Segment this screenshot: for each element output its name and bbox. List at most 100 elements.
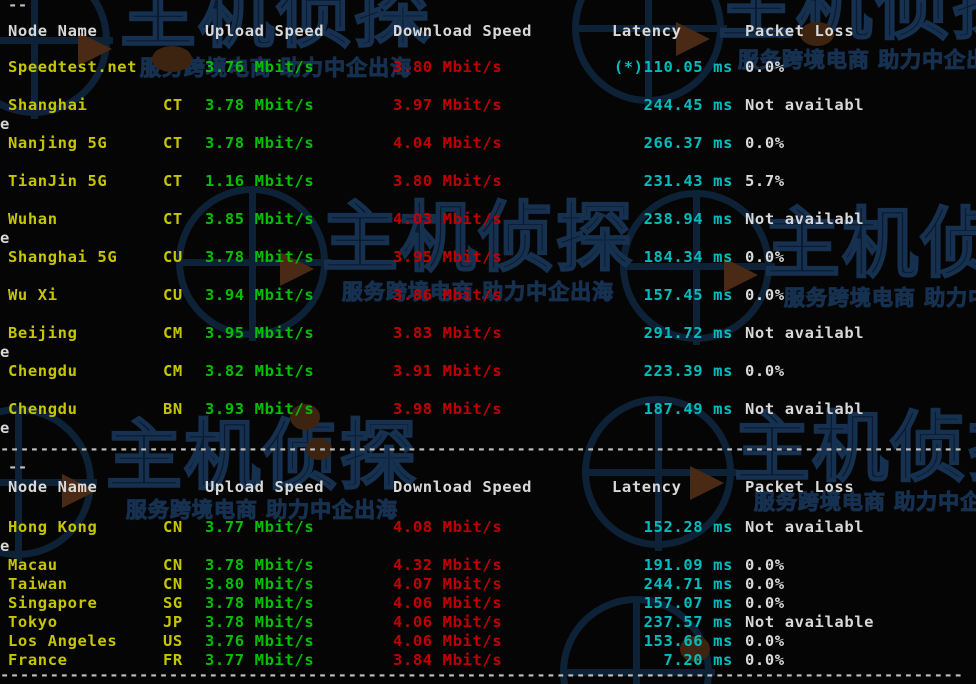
cell-upload-speed: 3.76 Mbit/s — [205, 631, 315, 650]
cell-node-name: Chengdu — [8, 362, 78, 381]
cell-download-speed: 3.80 Mbit/s — [393, 172, 503, 191]
cell-download-speed: 3.86 Mbit/s — [393, 286, 503, 305]
cell-node-name: TianJin 5G — [8, 172, 108, 191]
header-upload-speed: Upload Speed — [205, 22, 325, 40]
wrapped-text-fragment: e — [0, 343, 10, 362]
wrapped-text-fragment: e — [0, 536, 10, 555]
cell-download-speed: 4.07 Mbit/s — [393, 574, 503, 593]
wrapped-text-fragment: e — [0, 115, 10, 134]
cell-packet-loss: 0.0% — [745, 362, 785, 381]
cell-isp-code: CT — [163, 210, 183, 229]
cell-latency: 291.72 ms — [643, 324, 733, 343]
cell-node-name: Hong Kong — [8, 517, 98, 536]
cell-upload-speed: 3.78 Mbit/s — [205, 593, 315, 612]
dash-marker: -- — [8, 458, 28, 476]
cell-latency: 153.66 ms — [643, 631, 733, 650]
cell-latency: 238.94 ms — [643, 210, 733, 229]
cell-isp-code: BN — [163, 400, 183, 419]
cell-latency: 231.43 ms — [643, 172, 733, 191]
cell-latency: 187.49 ms — [643, 400, 733, 419]
cell-node-name: Nanjing 5G — [8, 134, 108, 153]
cell-upload-speed: 3.78 Mbit/s — [205, 555, 315, 574]
cell-isp-code: CM — [163, 324, 183, 343]
header-download-speed: Download Speed — [393, 478, 533, 496]
header-packet-loss: Packet Loss — [745, 22, 855, 40]
cell-download-speed: 4.32 Mbit/s — [393, 555, 503, 574]
cell-upload-speed: 3.93 Mbit/s — [205, 400, 315, 419]
cell-packet-loss: Not availabl — [745, 400, 865, 419]
cell-download-speed: 4.08 Mbit/s — [393, 517, 503, 536]
cell-packet-loss: 0.0% — [745, 58, 785, 77]
cell-upload-speed: 3.78 Mbit/s — [205, 134, 315, 153]
cell-download-speed: 3.83 Mbit/s — [393, 324, 503, 343]
cell-node-name: Macau — [8, 555, 58, 574]
cell-node-name: Wu Xi — [8, 286, 58, 305]
wrapped-text-fragment: e — [0, 229, 10, 248]
cell-latency: 191.09 ms — [643, 555, 733, 574]
cell-packet-loss: 0.0% — [745, 248, 785, 267]
cell-isp-code: CN — [163, 555, 183, 574]
header-packet-loss: Packet Loss — [745, 478, 855, 496]
cell-packet-loss: Not available — [745, 612, 875, 631]
dash-marker: -- — [8, 0, 28, 14]
cell-upload-speed: 3.82 Mbit/s — [205, 362, 315, 381]
cell-node-name: Los Angeles — [8, 631, 118, 650]
cell-isp-code: US — [163, 631, 183, 650]
cell-isp-code: SG — [163, 593, 183, 612]
cell-upload-speed: 3.78 Mbit/s — [205, 248, 315, 267]
cell-packet-loss: 0.0% — [745, 574, 785, 593]
table-separator: ----------------------------------------… — [0, 440, 964, 458]
cell-latency: 157.45 ms — [643, 286, 733, 305]
cell-packet-loss: Not availabl — [745, 210, 865, 229]
cell-upload-speed: 3.94 Mbit/s — [205, 286, 315, 305]
cell-packet-loss: Not availabl — [745, 517, 865, 536]
cell-packet-loss: Not availabl — [745, 96, 865, 115]
cell-latency: 266.37 ms — [643, 134, 733, 153]
cell-isp-code: CT — [163, 172, 183, 191]
cell-node-name: Wuhan — [8, 210, 58, 229]
cell-isp-code: CN — [163, 574, 183, 593]
cell-download-speed: 4.06 Mbit/s — [393, 631, 503, 650]
header-download-speed: Download Speed — [393, 22, 533, 40]
cell-packet-loss: 0.0% — [745, 286, 785, 305]
cell-download-speed: 3.91 Mbit/s — [393, 362, 503, 381]
terminal-text-layer: -- Node Name Upload Speed Download Speed Lat… — [0, 0, 976, 684]
cell-latency: 244.71 ms — [643, 574, 733, 593]
cell-node-name: Beijing — [8, 324, 78, 343]
header-node-name: Node Name — [8, 478, 98, 496]
cell-packet-loss: 0.0% — [745, 134, 785, 153]
cell-latency: 223.39 ms — [643, 362, 733, 381]
cell-download-speed: 3.95 Mbit/s — [393, 248, 503, 267]
cell-latency: 157.07 ms — [643, 593, 733, 612]
table-separator: ----------------------------------------… — [0, 666, 964, 684]
cell-upload-speed: 3.78 Mbit/s — [205, 96, 315, 115]
cell-download-speed: 4.06 Mbit/s — [393, 612, 503, 631]
cell-packet-loss: 0.0% — [745, 631, 785, 650]
cell-node-name: Singapore — [8, 593, 98, 612]
header-node-name: Node Name — [8, 22, 98, 40]
cell-isp-code: CT — [163, 134, 183, 153]
cell-packet-loss: Not availabl — [745, 324, 865, 343]
cell-node-name: Shanghai 5G — [8, 248, 118, 267]
cell-upload-speed: 3.77 Mbit/s — [205, 517, 315, 536]
cell-download-speed: 3.97 Mbit/s — [393, 96, 503, 115]
cell-isp-code: CM — [163, 362, 183, 381]
terminal-screen: 主机侦探 服务跨境电商 助力中企出海 主机侦探 服务跨境电商 助力中企出海 主机… — [0, 0, 976, 684]
cell-packet-loss: 0.0% — [745, 593, 785, 612]
cell-isp-code: CN — [163, 517, 183, 536]
cell-isp-code: JP — [163, 612, 183, 631]
cell-isp-code: CU — [163, 286, 183, 305]
cell-node-name: Chengdu — [8, 400, 78, 419]
cell-latency: 152.28 ms — [643, 517, 733, 536]
cell-packet-loss: 5.7% — [745, 172, 785, 191]
cell-isp-code: CT — [163, 96, 183, 115]
cell-node-name: Taiwan — [8, 574, 68, 593]
cell-latency: 237.57 ms — [643, 612, 733, 631]
cell-upload-speed: 3.78 Mbit/s — [205, 612, 315, 631]
cell-isp-code: CU — [163, 248, 183, 267]
header-latency: Latency — [612, 22, 682, 40]
cell-latency: (*)110.05 ms — [613, 58, 733, 77]
cell-download-speed: 3.98 Mbit/s — [393, 400, 503, 419]
cell-download-speed: 4.03 Mbit/s — [393, 210, 503, 229]
cell-download-speed: 4.06 Mbit/s — [393, 593, 503, 612]
